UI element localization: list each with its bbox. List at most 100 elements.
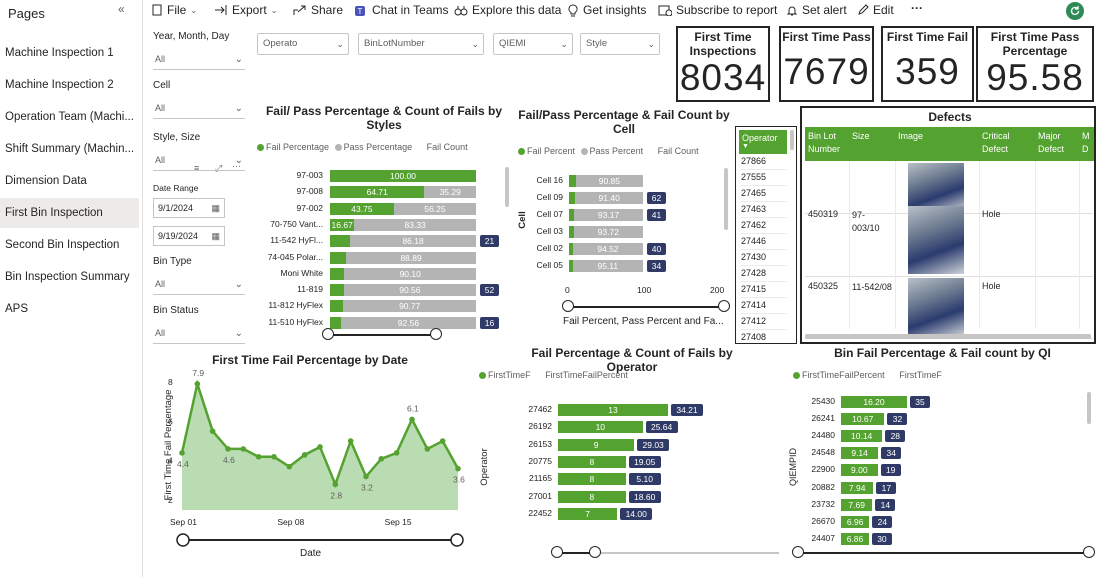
- export-menu[interactable]: Export ⌄: [214, 3, 277, 17]
- subscribe-button[interactable]: Subscribe to report: [658, 3, 777, 17]
- count-bar[interactable]: 7: [558, 507, 618, 520]
- explore-data-button[interactable]: Explore this data: [454, 3, 561, 17]
- slider-knob[interactable]: [792, 546, 804, 558]
- date-start-input[interactable]: 9/1/2024 ▦: [153, 198, 225, 218]
- cell-range-slider[interactable]: [568, 306, 724, 308]
- percent-bar[interactable]: 7.94: [841, 481, 874, 494]
- page-item[interactable]: Shift Summary (Machin...: [0, 134, 139, 164]
- share-button[interactable]: Share: [293, 3, 343, 17]
- date-end-input[interactable]: 9/19/2024 ▦: [153, 226, 225, 246]
- pass-bar[interactable]: 90.77: [343, 300, 476, 313]
- operator-row[interactable]: 27408: [741, 330, 787, 343]
- operator-row[interactable]: 27463: [741, 202, 787, 218]
- page-item[interactable]: Machine Inspection 2: [0, 70, 139, 100]
- style-size-dropdown-ext[interactable]: ⌄: [193, 151, 245, 171]
- qi-scrollbar[interactable]: [1087, 392, 1091, 424]
- styles-range-slider[interactable]: [328, 334, 438, 336]
- count-bar[interactable]: 9: [558, 438, 635, 451]
- percent-bar[interactable]: 10.14: [841, 430, 883, 443]
- count-bar[interactable]: 8: [558, 473, 626, 486]
- pass-bar[interactable]: 90.85: [575, 175, 643, 187]
- count-bar[interactable]: 8: [558, 490, 626, 503]
- edit-button[interactable]: Edit: [857, 3, 894, 17]
- set-alert-button[interactable]: Set alert: [786, 3, 847, 17]
- percent-bar[interactable]: 6.96: [841, 515, 870, 528]
- defect-image[interactable]: [908, 206, 964, 274]
- style-size-dropdown[interactable]: All: [153, 151, 193, 171]
- percent-bar[interactable]: 9.00: [841, 464, 878, 477]
- count-bar[interactable]: 8: [558, 455, 626, 468]
- bin-status-dropdown[interactable]: All ⌄: [153, 324, 245, 344]
- pass-bar[interactable]: 90.10: [344, 267, 476, 280]
- page-item[interactable]: Operation Team (Machi...: [0, 102, 139, 132]
- page-item[interactable]: Dimension Data: [0, 166, 139, 196]
- column-header[interactable]: Major Defect: [1038, 130, 1078, 160]
- page-item[interactable]: Machine Inspection 1: [0, 38, 139, 68]
- percent-bar[interactable]: 9.14: [841, 447, 879, 460]
- pass-bar[interactable]: 92.56: [340, 316, 476, 329]
- qiemi-dropdown[interactable]: QIEMI ⌄: [493, 33, 573, 55]
- operator-row[interactable]: 27555: [741, 170, 787, 186]
- fail-bar[interactable]: 64.71: [330, 186, 425, 199]
- binlot-dropdown[interactable]: BinLotNumber ⌄: [358, 33, 484, 55]
- operator-row[interactable]: 27866: [741, 154, 787, 170]
- slider-knob[interactable]: [562, 300, 574, 312]
- operator-scrollbar[interactable]: [790, 130, 794, 150]
- operator-row[interactable]: 27462: [741, 218, 787, 234]
- page-item[interactable]: Bin Inspection Summary: [0, 262, 139, 292]
- pass-bar[interactable]: 90.56: [343, 284, 476, 297]
- count-bar[interactable]: 10: [558, 421, 643, 434]
- operator-row[interactable]: 27415: [741, 282, 787, 298]
- pass-bar[interactable]: 94.52: [573, 243, 643, 255]
- slider-knob[interactable]: [1083, 546, 1095, 558]
- percent-bar[interactable]: 6.86: [841, 532, 869, 545]
- column-header[interactable]: Size: [852, 130, 894, 160]
- operator-row[interactable]: 27465: [741, 186, 787, 202]
- count-bar[interactable]: 13: [558, 404, 668, 416]
- slider-knob[interactable]: [718, 300, 730, 312]
- fail-bar[interactable]: [569, 175, 576, 187]
- collapse-pane-icon[interactable]: «: [118, 2, 125, 16]
- column-header[interactable]: Image: [898, 130, 978, 160]
- page-item[interactable]: First Bin Inspection: [0, 198, 139, 228]
- slider-knob[interactable]: [589, 546, 601, 558]
- calendar-icon[interactable]: ▦: [211, 199, 220, 217]
- fail-bar[interactable]: [330, 300, 344, 313]
- pass-bar[interactable]: 93.17: [574, 209, 643, 221]
- pass-bar[interactable]: 95.11: [572, 260, 643, 272]
- pass-bar[interactable]: 93.72: [573, 226, 643, 238]
- chat-in-teams-button[interactable]: T Chat in Teams: [354, 3, 448, 17]
- column-header[interactable]: M D: [1082, 130, 1094, 160]
- get-insights-button[interactable]: Get insights: [567, 3, 646, 17]
- operator-table-header[interactable]: Operator ▼: [739, 130, 787, 154]
- percent-bar[interactable]: 16.20: [841, 396, 907, 408]
- column-header[interactable]: Bin Lot Number: [808, 130, 848, 160]
- fail-bar[interactable]: 100.00: [330, 170, 476, 182]
- pass-bar[interactable]: 86.18: [350, 235, 476, 248]
- defect-image[interactable]: [908, 163, 964, 211]
- pass-bar[interactable]: 35.29: [424, 186, 476, 199]
- operator-row[interactable]: 27430: [741, 250, 787, 266]
- qi-range-slider[interactable]: [798, 552, 1088, 554]
- fail-bar[interactable]: [330, 284, 344, 297]
- slider-knob[interactable]: [322, 328, 334, 340]
- refresh-icon[interactable]: [1066, 2, 1084, 20]
- fail-bar[interactable]: 16.67: [330, 218, 355, 231]
- fail-bar[interactable]: [330, 251, 347, 264]
- pass-bar[interactable]: 88.89: [346, 251, 476, 264]
- page-item[interactable]: APS: [0, 294, 139, 324]
- style-dropdown[interactable]: Style ⌄: [580, 33, 660, 55]
- fail-bar[interactable]: [330, 316, 341, 329]
- pass-bar[interactable]: 83.33: [354, 218, 476, 231]
- column-header[interactable]: Critical Defect: [982, 130, 1034, 160]
- operator-row[interactable]: 27446: [741, 234, 787, 250]
- page-item[interactable]: Second Bin Inspection: [0, 230, 139, 260]
- operator-row[interactable]: 27428: [741, 266, 787, 282]
- slider-knob[interactable]: [551, 546, 563, 558]
- cell-dropdown[interactable]: All ⌄: [153, 99, 245, 119]
- file-menu[interactable]: File ⌄: [151, 3, 197, 17]
- ymd-dropdown[interactable]: All ⌄: [153, 50, 245, 70]
- fail-bar[interactable]: [330, 267, 345, 280]
- more-options-button[interactable]: ···: [911, 1, 923, 15]
- pass-bar[interactable]: 91.40: [575, 192, 643, 204]
